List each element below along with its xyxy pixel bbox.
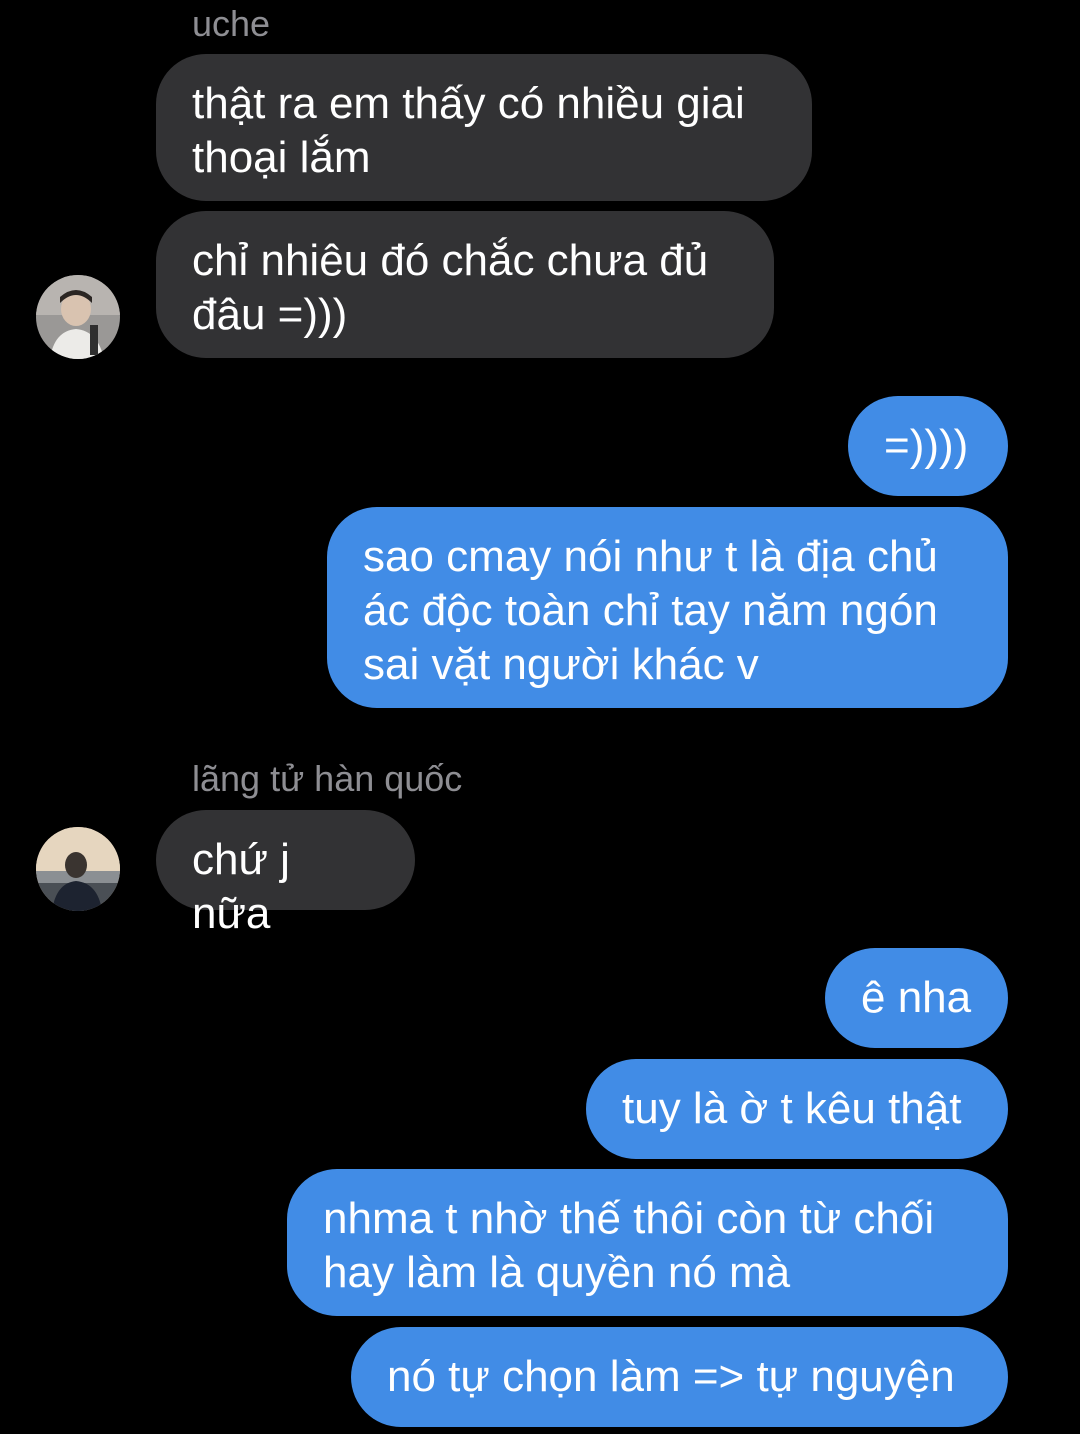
outgoing-message-bubble[interactable]: nó tự chọn làm => tự nguyện	[351, 1327, 1008, 1427]
avatar-uche[interactable]	[36, 275, 120, 359]
sender-name-lang-tu-han-quoc: lãng tử hàn quốc	[192, 758, 463, 799]
outgoing-message-bubble[interactable]: =))))	[848, 396, 1008, 496]
outgoing-message-bubble[interactable]: tuy là ờ t kêu thật	[586, 1059, 1008, 1159]
outgoing-message-bubble[interactable]: sao cmay nói như t là địa chủ ác độc toà…	[327, 507, 1008, 708]
avatar-photo-icon	[36, 827, 120, 911]
incoming-message-bubble[interactable]: chỉ nhiêu đó chắc chưa đủ đâu =)))	[156, 211, 774, 358]
avatar-photo-icon	[36, 275, 120, 359]
sender-name-uche: uche	[192, 3, 271, 44]
outgoing-message-bubble[interactable]: ê nha	[825, 948, 1008, 1048]
incoming-message-bubble[interactable]: chứ j nữa	[156, 810, 415, 938]
outgoing-message-bubble[interactable]: nhma t nhờ thế thôi còn từ chối hay làm …	[287, 1169, 1008, 1316]
avatar-lang-tu-han-quoc[interactable]	[36, 827, 120, 911]
incoming-message-bubble[interactable]: thật ra em thấy có nhiều giai thoại lắm	[156, 54, 812, 201]
